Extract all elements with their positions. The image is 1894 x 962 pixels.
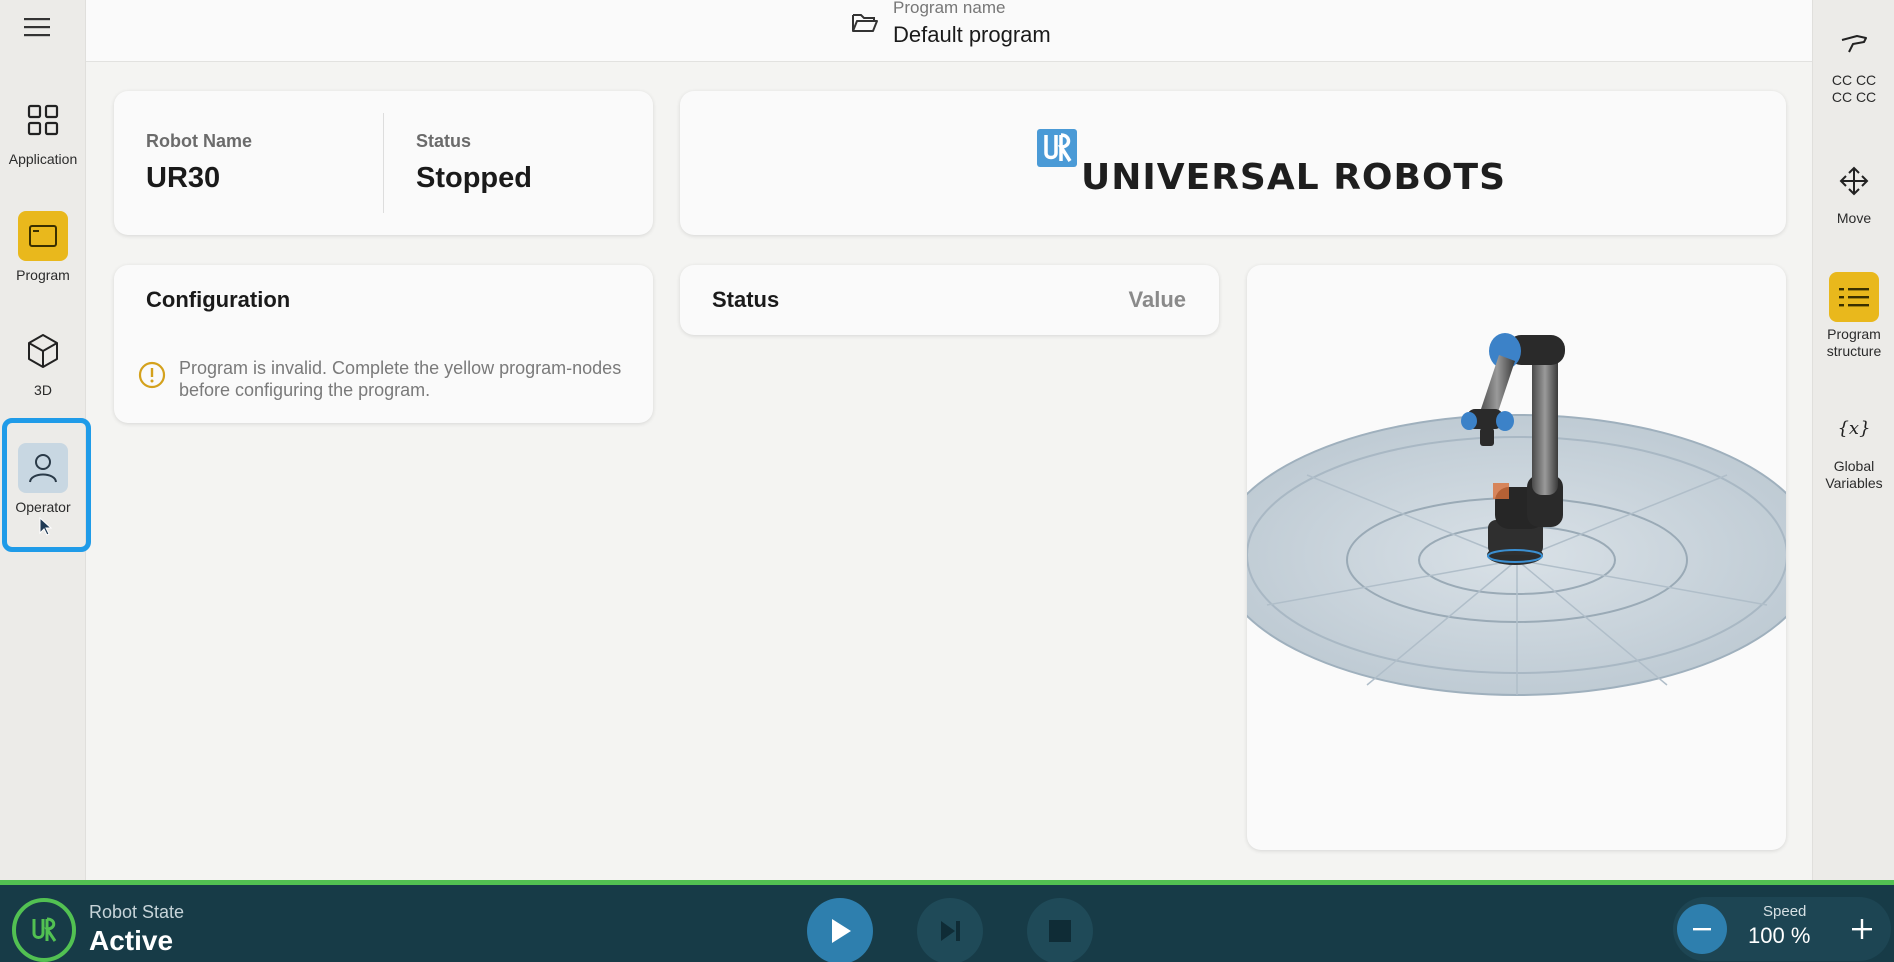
robot-name-label: Robot Name [146, 131, 253, 151]
plus-icon [1852, 919, 1872, 939]
cube-icon [28, 334, 58, 368]
stop-icon [1049, 920, 1071, 942]
robot-state-value: Active [89, 925, 174, 956]
step-forward-icon [941, 921, 960, 941]
configuration-warning: Program is invalid. Complete the yellow … [179, 357, 621, 401]
status-column-header: Status [712, 287, 780, 312]
speed-control: Speed 100 % [1673, 897, 1891, 961]
rnav-icon-box [1829, 272, 1879, 322]
robot-name-block: Robot Name UR30 [146, 131, 252, 195]
program-window-icon [29, 225, 57, 247]
rnav-label-line: structure [1826, 343, 1882, 359]
program-name-caption: Program name [893, 0, 1006, 17]
warning-circle-icon [138, 361, 166, 389]
minus-icon [1693, 928, 1711, 931]
robot-3d-view[interactable] [1247, 265, 1786, 850]
nav-item-application[interactable]: Application [0, 95, 86, 199]
configuration-card: Configuration Program is invalid. Comple… [114, 265, 653, 423]
bottom-control-bar: Robot State Active Speed 100 % [0, 880, 1894, 962]
ur-logo-text: UNIVERSAL ROBOTS [1081, 157, 1507, 198]
svg-text:{x}: {x} [1837, 418, 1870, 439]
robot-info-card: Robot Name UR30 Status Stopped [114, 91, 653, 235]
robot-3d-scene [1247, 333, 1786, 696]
nav-icon-box [18, 95, 68, 145]
robot-name-value: UR30 [146, 162, 221, 194]
nav-item-program[interactable]: Program [0, 211, 86, 315]
nav-item-3d[interactable]: 3D [0, 326, 86, 430]
robot-status-value: Stopped [416, 162, 532, 194]
grid-icon [27, 104, 59, 136]
rnav-label-program-structure: Program structure [1827, 326, 1881, 360]
right-sidebar: CC CC CC CC Move Program structure {x} G… [1812, 0, 1894, 880]
folder-open-icon [852, 14, 878, 32]
robot-status-label: Status [416, 131, 472, 151]
warning-line: before configuring the program. [179, 380, 431, 400]
left-sidebar: Application Program 3D Operator [0, 0, 91, 880]
robot-state-caption: Robot State [89, 902, 185, 922]
configuration-title: Configuration [146, 287, 291, 312]
rnav-icon-box [1829, 18, 1879, 68]
gripper-icon [1841, 35, 1867, 53]
speed-caption: Speed [1763, 903, 1807, 920]
list-icon [1839, 288, 1869, 307]
rnav-label-line: Program [1827, 326, 1881, 342]
ur-logo-icon [1037, 129, 1077, 167]
rnav-label-move: Move [1836, 210, 1872, 226]
step-button[interactable] [917, 898, 983, 962]
logo-card: UNIVERSAL ROBOTS [680, 91, 1786, 235]
move-arrows-icon [1839, 166, 1869, 196]
value-column-header: Value [1128, 287, 1186, 312]
info-divider [383, 113, 384, 213]
robot-state-button[interactable] [12, 898, 76, 962]
robot-status-block: Status Stopped [416, 131, 532, 195]
status-value-card: Status Value [680, 265, 1219, 335]
program-name-area[interactable]: Program name Default program [851, 0, 1051, 48]
nav-label-program: Program [16, 267, 70, 283]
speed-value: 100 % [1748, 923, 1811, 948]
operator-focus-ring [2, 418, 91, 552]
rnav-item-move[interactable]: Move [1813, 156, 1894, 227]
stop-button[interactable] [1027, 898, 1093, 962]
rnav-label-line: CC CC [1831, 72, 1877, 88]
variable-icon: {x} [1837, 418, 1870, 439]
header-bar: Program name Default program [86, 0, 1812, 62]
nav-label-3d: 3D [34, 382, 52, 398]
rnav-label-line: Variables [1825, 475, 1883, 491]
rnav-label-gripper: CC CC CC CC [1832, 72, 1876, 106]
play-button[interactable] [807, 898, 873, 962]
speed-increase-button[interactable] [1837, 904, 1887, 954]
nav-icon-box [18, 326, 68, 376]
rnav-label-line: Global [1833, 458, 1875, 474]
nav-label-application: Application [8, 151, 78, 167]
rnav-icon-box: {x} [1829, 404, 1879, 454]
nav-icon-box [18, 211, 68, 261]
program-name-value: Default program [893, 22, 1051, 47]
rnav-item-program-structure[interactable]: Program structure [1813, 272, 1894, 360]
rnav-item-gripper[interactable]: CC CC CC CC [1813, 18, 1894, 106]
rnav-icon-box [1829, 156, 1879, 206]
app-root: Program name Default program Application [0, 0, 1894, 962]
ur-logo-icon [32, 917, 57, 942]
speed-decrease-button[interactable] [1677, 904, 1727, 954]
rnav-label-line: CC CC [1831, 89, 1877, 105]
warning-line: Program is invalid. Complete the yellow … [179, 358, 622, 378]
hamburger-menu-icon[interactable] [22, 14, 54, 40]
play-icon [832, 919, 851, 943]
rnav-label-global-variables: Global Variables [1825, 458, 1882, 492]
rnav-item-global-variables[interactable]: {x} Global Variables [1813, 404, 1894, 492]
